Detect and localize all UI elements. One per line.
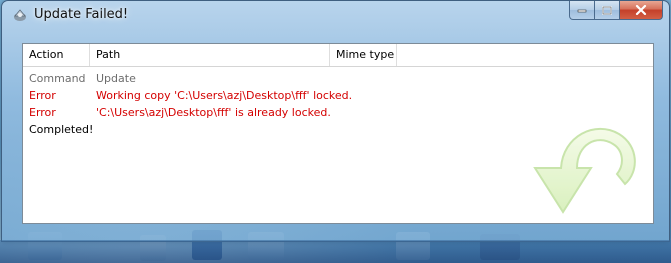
column-header-mime-type[interactable]: Mime type [330, 44, 397, 66]
title-bar[interactable]: Update Failed! [2, 1, 669, 29]
action-cell: Error [29, 89, 56, 102]
update-failed-dialog: Update Failed! Action Path Mime type Com… [1, 0, 670, 242]
window-title: Update Failed! [34, 7, 129, 22]
list-header: Action Path Mime type [23, 44, 653, 67]
minimize-button[interactable] [569, 1, 595, 20]
action-cell: Completed! [29, 123, 94, 136]
caption-buttons [569, 1, 663, 21]
tortoisesvn-update-icon [12, 7, 28, 23]
list-item[interactable]: Error Working copy 'C:\Users\azj\Desktop… [23, 87, 653, 104]
list-item[interactable]: Command Update [23, 70, 653, 87]
action-cell: Command [29, 72, 86, 85]
close-button[interactable] [620, 1, 663, 20]
maximize-icon [602, 5, 612, 15]
path-cell: Working copy 'C:\Users\azj\Desktop\fff' … [96, 89, 353, 102]
close-icon [635, 5, 647, 15]
maximize-button[interactable] [595, 1, 620, 20]
update-arrow-icon [533, 128, 636, 214]
log-list[interactable]: Action Path Mime type Command Update Err… [22, 43, 654, 224]
minimize-icon [577, 9, 587, 13]
path-cell: Update [96, 72, 136, 85]
path-cell: 'C:\Users\azj\Desktop\fff' is already lo… [96, 106, 331, 119]
column-header-path[interactable]: Path [90, 44, 330, 66]
column-header-action[interactable]: Action [23, 44, 90, 66]
desktop-bottom-strip [0, 240, 671, 263]
action-cell: Error [29, 106, 56, 119]
